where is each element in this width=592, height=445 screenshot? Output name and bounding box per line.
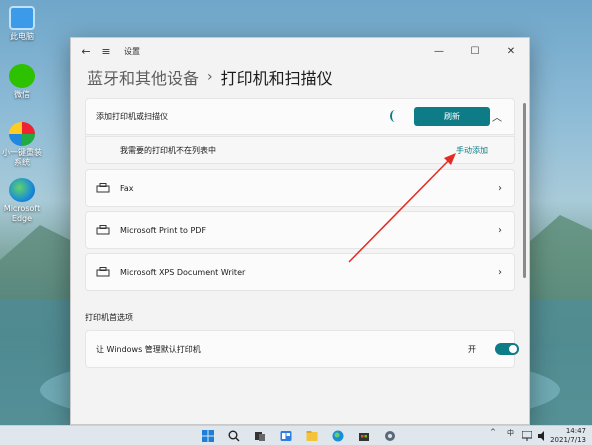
desktop-icon-label: 此电脑	[10, 32, 34, 41]
close-button[interactable]: ✕	[493, 46, 529, 57]
file-explorer-icon[interactable]	[306, 430, 318, 442]
not-listed-label: 我需要的打印机不在列表中	[120, 145, 216, 155]
task-view-icon[interactable]	[254, 430, 266, 442]
monitor-icon	[9, 6, 35, 30]
section-title-printer-preferences: 打印机首选项	[85, 313, 133, 322]
printer-name: Microsoft XPS Document Writer	[120, 267, 246, 277]
clock[interactable]: 14:47 2021/7/13	[550, 427, 586, 445]
reinstall-tool-icon	[9, 122, 35, 146]
ime-indicator[interactable]: 中	[507, 428, 514, 438]
default-printer-label: 让 Windows 管理默认打印机	[96, 344, 201, 354]
clock-time: 14:47	[565, 427, 586, 435]
title-bar: ← ≡ 设置 — ☐ ✕	[71, 38, 529, 64]
tray-overflow-chevron[interactable]: ^	[490, 428, 496, 436]
clock-date: 2021/7/13	[550, 436, 586, 444]
chevron-right-icon: ›	[498, 266, 502, 278]
settings-gear-icon[interactable]	[384, 430, 396, 442]
desktop-icon-label: Microsoft Edge	[3, 204, 41, 223]
toggle-state-label: 开	[468, 344, 476, 354]
desktop-icon-wechat[interactable]: 微信	[2, 64, 42, 100]
chevron-right-icon: ›	[498, 224, 502, 236]
minimize-button[interactable]: —	[421, 46, 457, 57]
fax-printer-icon	[96, 183, 110, 193]
hamburger-menu-icon[interactable]: ≡	[98, 45, 114, 58]
breadcrumb-parent[interactable]: 蓝牙和其他设备	[87, 65, 199, 89]
add-manually-link[interactable]: 手动添加	[456, 145, 488, 156]
printer-item[interactable]: Microsoft XPS Document Writer ›	[85, 253, 515, 291]
desktop-icon-this-pc[interactable]: 此电脑	[2, 6, 42, 42]
wechat-icon	[9, 64, 35, 88]
printer-name: Microsoft Print to PDF	[120, 225, 207, 235]
refresh-button[interactable]: 刷新	[414, 107, 490, 126]
add-printer-label: 添加打印机或扫描仪	[96, 112, 168, 121]
edge-taskbar-icon[interactable]	[332, 430, 344, 442]
windows-start-icon[interactable]	[202, 430, 214, 442]
chevron-up-icon[interactable]: ︿	[492, 109, 502, 124]
store-icon[interactable]	[358, 430, 370, 442]
search-icon[interactable]	[228, 430, 240, 442]
add-printer-card: 添加打印机或扫描仪 刷新 ︿	[85, 98, 515, 135]
desktop-icon-edge[interactable]: Microsoft Edge	[2, 178, 42, 224]
printer-icon	[96, 225, 110, 235]
printer-item[interactable]: Microsoft Print to PDF ›	[85, 211, 515, 249]
not-listed-row: 我需要的打印机不在列表中 手动添加	[85, 136, 515, 164]
desktop-icon-reinstall[interactable]: 小一键重装系统	[2, 122, 42, 168]
taskbar: ^ 中 14:47 2021/7/13	[0, 425, 592, 445]
desktop-icon-label: 微信	[14, 90, 30, 99]
printer-name: Fax	[120, 183, 134, 193]
app-title: 设置	[124, 46, 140, 56]
default-printer-row: 让 Windows 管理默认打印机 开	[85, 330, 519, 368]
breadcrumb: 蓝牙和其他设备 › 打印机和扫描仪	[87, 65, 333, 89]
printer-icon	[96, 267, 110, 277]
default-printer-toggle[interactable]	[495, 343, 519, 355]
desktop-icon-label: 小一键重装系统	[2, 148, 42, 167]
scrollbar[interactable]	[523, 103, 526, 278]
back-arrow-icon[interactable]: ←	[78, 45, 94, 58]
chevron-right-icon: ›	[498, 182, 502, 194]
maximize-button[interactable]: ☐	[457, 46, 493, 57]
breadcrumb-separator: ›	[207, 69, 213, 85]
loading-spinner-icon	[390, 110, 400, 122]
volume-icon[interactable]	[538, 431, 548, 441]
printer-item[interactable]: Fax ›	[85, 169, 515, 207]
widgets-icon[interactable]	[280, 430, 292, 442]
settings-window: ← ≡ 设置 — ☐ ✕ 蓝牙和其他设备 › 打印机和扫描仪 添加打印机或扫描仪…	[70, 37, 530, 425]
edge-icon	[9, 178, 35, 202]
network-icon[interactable]	[522, 431, 532, 441]
page-title: 打印机和扫描仪	[220, 69, 333, 88]
